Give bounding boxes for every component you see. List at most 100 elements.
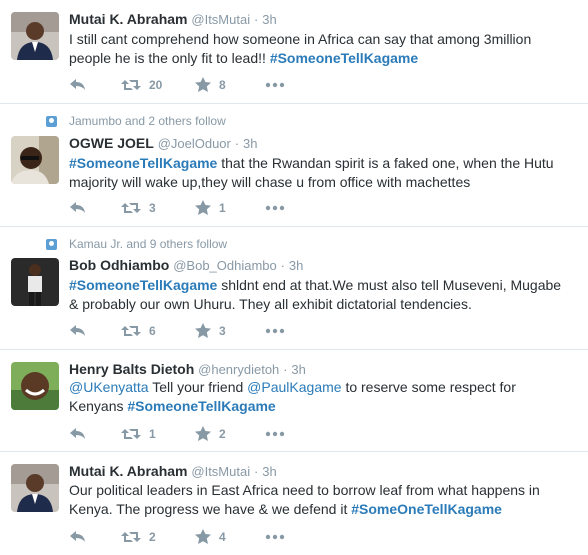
retweet-button[interactable]: 6 <box>121 324 195 338</box>
timestamp[interactable]: 3h <box>262 12 276 27</box>
hashtag-link[interactable]: #SomeoneTellKagame <box>127 398 275 414</box>
retweet-icon <box>121 79 141 90</box>
tweet[interactable]: Mutai K. Abraham @ItsMutai · 3h Our poli… <box>0 452 588 555</box>
social-context-text[interactable]: Jamumbo and 2 others follow <box>69 114 226 128</box>
hashtag-link[interactable]: #SomeoneTellKagame <box>270 50 418 66</box>
avatar[interactable] <box>11 136 59 184</box>
more-button[interactable] <box>265 205 285 211</box>
favorite-button[interactable]: 3 <box>195 323 265 338</box>
reply-icon <box>70 530 85 542</box>
author-name[interactable]: Bob Odhiambo <box>69 257 169 273</box>
retweet-icon <box>121 202 141 213</box>
reply-button[interactable] <box>69 427 121 441</box>
separator: · <box>254 12 259 27</box>
author-name[interactable]: Mutai K. Abraham <box>69 463 188 479</box>
hashtag-link[interactable]: #SomeoneTellKagame <box>69 277 217 293</box>
author-name[interactable]: Mutai K. Abraham <box>69 11 188 27</box>
retweet-count: 1 <box>149 426 156 441</box>
star-icon <box>195 529 211 544</box>
tweet-text-body: Tell your friend <box>152 379 244 395</box>
hashtag-link[interactable]: #SomeoneTellKagame <box>69 155 217 171</box>
reply-button[interactable] <box>69 530 121 544</box>
mention-link[interactable]: @UKenyatta <box>69 379 149 395</box>
tweet[interactable]: Kamau Jr. and 9 others follow Bob Odhiam… <box>0 227 588 350</box>
more-icon <box>265 205 285 210</box>
social-context-text[interactable]: Kamau Jr. and 9 others follow <box>69 237 227 251</box>
favorite-count: 2 <box>219 426 226 441</box>
favorite-button[interactable]: 1 <box>195 200 265 215</box>
separator: · <box>280 258 285 273</box>
favorite-count: 4 <box>219 529 226 544</box>
star-icon <box>195 323 211 338</box>
retweet-icon <box>121 531 141 542</box>
retweet-count: 3 <box>149 200 156 215</box>
author-handle[interactable]: @JoelOduor <box>158 136 231 151</box>
retweet-button[interactable]: 3 <box>121 201 195 215</box>
hashtag-link[interactable]: #SomeOneTellKagame <box>351 501 502 517</box>
more-icon <box>265 82 285 87</box>
reply-button[interactable] <box>69 201 121 215</box>
more-button[interactable] <box>265 328 285 334</box>
more-button[interactable] <box>265 534 285 540</box>
author-name[interactable]: OGWE JOEL <box>69 135 154 151</box>
tweet-actions: 2 4 <box>69 529 285 544</box>
favorite-button[interactable]: 4 <box>195 529 265 544</box>
tweet-header: Mutai K. Abraham @ItsMutai · 3h <box>69 11 277 27</box>
timestamp[interactable]: 3h <box>291 362 305 377</box>
tweet-text: Our political leaders in East Africa nee… <box>69 481 574 519</box>
tweet-text: #SomeoneTellKagame shldnt end at that.We… <box>69 276 574 314</box>
reply-button[interactable] <box>69 78 121 92</box>
tweet-text: @UKenyatta Tell your friend @PaulKagame … <box>69 378 574 416</box>
retweet-button[interactable]: 20 <box>121 78 195 92</box>
tweet-actions: 3 1 <box>69 200 285 215</box>
timestamp[interactable]: 3h <box>243 136 257 151</box>
tweet-actions: 6 3 <box>69 323 285 338</box>
reply-icon <box>70 78 85 90</box>
tweet-text: I still cant comprehend how someone in A… <box>69 30 574 68</box>
retweet-button[interactable]: 2 <box>121 530 195 544</box>
tweet-text: #SomeoneTellKagame that the Rwandan spir… <box>69 154 574 192</box>
tweet-header: Mutai K. Abraham @ItsMutai · 3h <box>69 463 277 479</box>
tweet[interactable]: Jamumbo and 2 others follow OGWE JOEL @J… <box>0 104 588 227</box>
author-handle[interactable]: @ItsMutai <box>191 464 250 479</box>
person-icon <box>46 238 57 250</box>
separator: · <box>254 464 259 479</box>
tweet-header: Henry Balts Dietoh @henrydietoh · 3h <box>69 361 306 377</box>
avatar[interactable] <box>11 258 59 306</box>
reply-button[interactable] <box>69 324 121 338</box>
author-handle[interactable]: @Bob_Odhiambo <box>173 258 277 273</box>
more-icon <box>265 534 285 539</box>
star-icon <box>195 426 211 441</box>
avatar[interactable] <box>11 464 59 512</box>
avatar[interactable] <box>11 362 59 410</box>
avatar[interactable] <box>11 12 59 60</box>
tweet-actions: 20 8 <box>69 77 285 92</box>
more-icon <box>265 431 285 436</box>
person-icon <box>46 115 57 127</box>
separator: · <box>234 136 240 151</box>
star-icon <box>195 200 211 215</box>
author-handle[interactable]: @henrydietoh <box>198 362 279 377</box>
tweet-header: OGWE JOEL @JoelOduor · 3h <box>69 135 257 151</box>
more-button[interactable] <box>265 431 285 437</box>
favorite-count: 3 <box>219 323 226 338</box>
favorite-count: 8 <box>219 77 226 92</box>
more-icon <box>265 328 285 333</box>
timestamp[interactable]: 3h <box>262 464 276 479</box>
star-icon <box>195 77 211 92</box>
retweet-icon <box>121 325 141 336</box>
favorite-button[interactable]: 8 <box>195 77 265 92</box>
author-name[interactable]: Henry Balts Dietoh <box>69 361 194 377</box>
more-button[interactable] <box>265 82 285 88</box>
retweet-count: 2 <box>149 529 156 544</box>
tweet[interactable]: Henry Balts Dietoh @henrydietoh · 3h @UK… <box>0 350 588 452</box>
mention-link[interactable]: @PaulKagame <box>247 379 341 395</box>
reply-icon <box>70 427 85 439</box>
reply-icon <box>70 324 85 336</box>
retweet-button[interactable]: 1 <box>121 427 195 441</box>
favorite-button[interactable]: 2 <box>195 426 265 441</box>
timestamp[interactable]: 3h <box>289 258 303 273</box>
tweet-actions: 1 2 <box>69 426 285 441</box>
tweet[interactable]: Mutai K. Abraham @ItsMutai · 3h I still … <box>0 0 588 104</box>
author-handle[interactable]: @ItsMutai <box>191 12 250 27</box>
